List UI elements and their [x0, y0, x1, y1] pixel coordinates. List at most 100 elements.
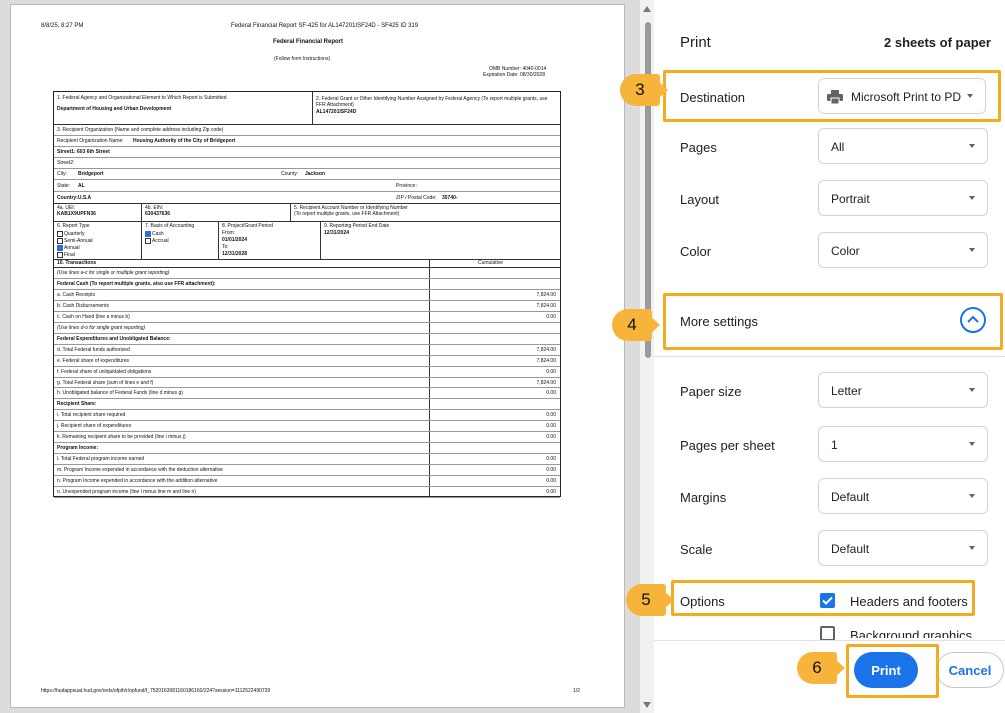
county-value: Jackson — [305, 171, 326, 177]
row-value: 7,824.00 — [536, 291, 556, 298]
row-value: 7,824.00 — [536, 357, 556, 364]
table-row: f. Federal share of unliquidated obligat… — [54, 367, 560, 378]
row-label: Program Income: — [57, 445, 99, 452]
row-value: 0.00 — [546, 313, 556, 320]
chevron-down-icon — [969, 144, 975, 148]
sf425-form: 1. Federal Agency and Organizational Ele… — [53, 91, 561, 498]
accounting-cash: Cash — [152, 231, 164, 237]
to-value: 12/31/2028 — [222, 251, 248, 257]
table-row: Federal Cash (To report multiple grants,… — [54, 279, 560, 290]
accrual-checkbox — [145, 238, 151, 244]
expiration-date: Expiration Date: 08/30/2028 — [483, 72, 545, 78]
background-graphics-label[interactable]: Background graphics — [850, 628, 972, 638]
table-row: d. Total Federal funds authorized 7,824.0… — [54, 345, 560, 356]
pages-label: Pages — [680, 140, 717, 155]
row-value: 7,824.00 — [536, 302, 556, 309]
row-label: b. Cash Disbursements — [57, 302, 109, 309]
to-label: To: — [222, 244, 229, 250]
row-label: k. Remaining recipient share to be provi… — [57, 434, 186, 441]
accounting-accrual: Accrual — [152, 238, 169, 244]
chevron-down-icon — [969, 546, 975, 550]
row-label: (Use lines d-o for single grant reportin… — [57, 324, 146, 331]
paper-size-select[interactable]: Letter — [818, 372, 988, 408]
row-label: Federal Expenditures and Unobligated Bal… — [57, 335, 171, 342]
print-button-highlight — [846, 644, 939, 698]
report-type-quarterly: Quarterly — [64, 231, 85, 237]
table-row: Program Income: — [54, 443, 560, 455]
country: Country:U.S.A — [57, 195, 92, 201]
chevron-down-icon — [969, 388, 975, 392]
box4a-value: KAB1X9UPFN36 — [57, 211, 96, 217]
table-row: o. Unexpended program income (line l min… — [54, 487, 560, 498]
pages-per-sheet-value: 1 — [831, 438, 838, 452]
row-label: g. Total Federal share (sum of lines e a… — [57, 379, 154, 386]
box4b-value: 630437636 — [145, 211, 171, 217]
callout-5: 5 — [626, 584, 674, 616]
chevron-down-icon — [969, 494, 975, 498]
row-label: (Use lines a-c for single or multiple gr… — [57, 270, 170, 276]
scroll-up-icon[interactable] — [643, 6, 651, 12]
row-value: 0.00 — [546, 390, 556, 397]
color-label: Color — [680, 244, 712, 259]
scroll-down-icon[interactable] — [643, 702, 651, 708]
chevron-down-icon — [969, 442, 975, 446]
chevron-down-icon — [969, 196, 975, 200]
table-row: h. Unobligated balance of Federal Funds … — [54, 388, 560, 400]
options-highlight — [671, 580, 975, 616]
table-row: Federal Expenditures and Unobligated Bal… — [54, 334, 560, 345]
table-row: j. Recipient share of expenditures 0.00 — [54, 421, 560, 433]
box9-label: 9. Reporting Period End Date — [324, 223, 390, 229]
layout-select[interactable]: Portrait — [818, 180, 988, 216]
from-value: 01/01/2024 — [222, 237, 248, 243]
city-value: Bridgeport — [78, 171, 104, 177]
box8-label: 8. Project/Grant Period — [222, 223, 273, 229]
margins-label: Margins — [680, 490, 727, 505]
table-row: (Use lines a-c for single or multiple gr… — [54, 268, 560, 279]
cash-checkbox — [145, 231, 151, 237]
table-row: l. Total Federal program income earned 0.… — [54, 454, 560, 466]
city-label: City: — [57, 171, 67, 177]
report-type-final: Final — [64, 252, 75, 258]
scrollbar-thumb[interactable] — [645, 22, 651, 358]
table-row: b. Cash Disbursements 7,824.00 — [54, 301, 560, 312]
pages-value: All — [831, 140, 845, 154]
pages-select[interactable]: All — [818, 128, 988, 164]
report-type-annual: Annual — [64, 245, 80, 251]
transactions-table: (Use lines a-c for single or multiple gr… — [54, 268, 560, 498]
preview-page: 8/8/25, 8:27 PM Federal Financial Report… — [10, 4, 625, 708]
street1: Street1: 603 6th Street — [57, 149, 110, 155]
row-label: Federal Cash (To report multiple grants,… — [57, 280, 216, 287]
box1-label: 1. Federal Agency and Organizational Ele… — [57, 95, 227, 101]
row-value: 0.00 — [546, 489, 556, 496]
layout-label: Layout — [680, 192, 720, 207]
color-value: Color — [831, 244, 860, 258]
scale-value: Default — [831, 542, 870, 556]
row-value: 0.00 — [546, 412, 556, 419]
follow-instructions: (Follow form Instructions) — [274, 56, 331, 62]
pages-per-sheet-select[interactable]: 1 — [818, 426, 988, 462]
cancel-button[interactable]: Cancel — [936, 652, 1004, 688]
margins-value: Default — [831, 490, 870, 504]
table-row: Recipient Share: — [54, 399, 560, 411]
row-label: a. Cash Receipts — [57, 291, 96, 298]
background-graphics-checkbox[interactable] — [820, 626, 835, 641]
row-label: m. Program Income expended in accordance… — [57, 467, 223, 474]
sheet-count: 2 sheets of paper — [884, 35, 991, 50]
state-value: AL — [78, 183, 85, 189]
report-type-semi-annual: Semi-Annual — [64, 238, 93, 244]
row-label: h. Unobligated balance of Federal Funds … — [57, 390, 183, 397]
row-value: 0.00 — [546, 434, 556, 441]
row-label: e. Federal share of expenditures — [57, 357, 129, 364]
row-label: Recipient Share: — [57, 401, 97, 408]
callout-4: 4 — [612, 309, 660, 341]
color-select[interactable]: Color — [818, 232, 988, 268]
callout-6: 6 — [797, 652, 845, 684]
row-label: d. Total Federal funds authorized — [57, 346, 130, 353]
paper-size-label: Paper size — [680, 384, 742, 399]
margins-select[interactable]: Default — [818, 478, 988, 514]
table-row: e. Federal share of expenditures 7,824.00 — [54, 356, 560, 367]
scale-select[interactable]: Default — [818, 530, 988, 566]
box7-label: 7. Basis of Accounting — [145, 223, 195, 229]
table-row: m. Program Income expended in accordance… — [54, 465, 560, 477]
panel-title: Print — [680, 34, 711, 51]
